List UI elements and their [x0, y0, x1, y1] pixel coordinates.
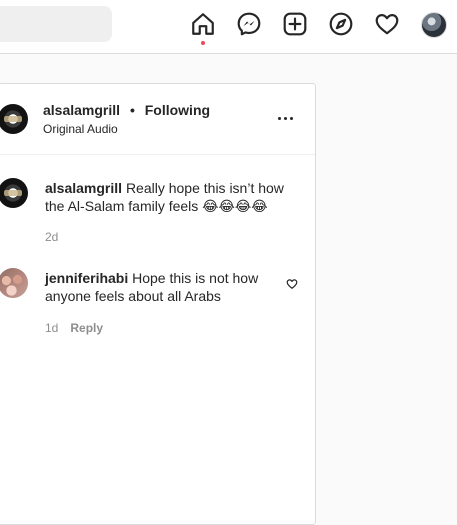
post-header: alsalamgrill • Following Original Audio	[0, 84, 315, 155]
post-header-line: alsalamgrill • Following	[43, 101, 210, 119]
reply-button[interactable]: Reply	[70, 321, 103, 335]
comment-username[interactable]: jenniferihabi	[45, 270, 128, 286]
avatar[interactable]	[0, 268, 28, 298]
profile-avatar[interactable]	[421, 12, 447, 38]
explore-icon[interactable]	[328, 11, 354, 37]
comment-time[interactable]: 1d	[45, 321, 58, 335]
top-navigation-bar	[0, 0, 457, 54]
activity-heart-icon[interactable]	[374, 11, 400, 37]
comment-time[interactable]: 2d	[45, 230, 58, 244]
post-comments-panel: alsalamgrill • Following Original Audio …	[0, 83, 316, 525]
following-button[interactable]: Following	[145, 102, 210, 118]
home-active-indicator	[201, 41, 205, 45]
separator-dot: •	[129, 102, 135, 118]
audio-label[interactable]: Original Audio	[43, 122, 118, 136]
comment-username[interactable]: alsalamgrill	[45, 180, 122, 196]
comment-meta: 2d	[45, 230, 58, 244]
like-heart-icon[interactable]	[286, 278, 298, 290]
messenger-icon[interactable]	[236, 11, 262, 37]
search-input[interactable]	[0, 6, 112, 42]
avatar[interactable]	[0, 104, 28, 134]
comment-meta: 1d Reply	[45, 321, 103, 335]
comment-text: alsalamgrill Really hope this isn’t how …	[45, 179, 297, 215]
avatar[interactable]	[0, 178, 28, 208]
comment-text: jenniferihabi Hope this is not how anyon…	[45, 269, 277, 305]
post-username[interactable]: alsalamgrill	[43, 102, 120, 118]
home-icon[interactable]	[190, 11, 216, 37]
more-options-icon[interactable]	[275, 110, 295, 126]
new-post-icon[interactable]	[282, 11, 308, 37]
